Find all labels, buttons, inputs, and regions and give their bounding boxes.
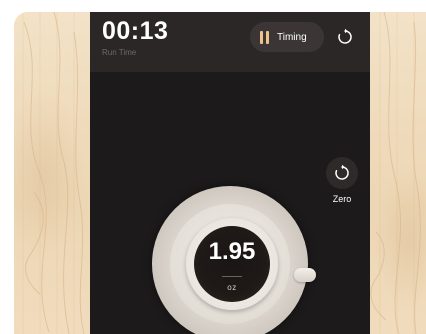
reset-icon [335,164,349,180]
weight-divider [222,276,242,277]
cup-handle [294,268,316,282]
app-screen: 00:13 Run Time Timing Zero 1.95 oz [90,12,370,334]
run-time-label: Run Time [102,48,137,57]
timing-label: Timing [277,31,307,43]
weight-unit: oz [227,283,237,292]
weight-value: 1.95 [208,238,256,265]
reset-button[interactable] [330,22,360,52]
elapsed-time: 00:13 [102,17,169,45]
pause-icon [260,30,269,44]
zero-label: Zero [332,194,352,204]
timing-button[interactable]: Timing [250,22,324,52]
zero-button[interactable] [326,157,358,189]
screenshot-card: 00:13 Run Time Timing Zero 1.95 oz [14,12,426,334]
reset-icon [338,28,352,44]
